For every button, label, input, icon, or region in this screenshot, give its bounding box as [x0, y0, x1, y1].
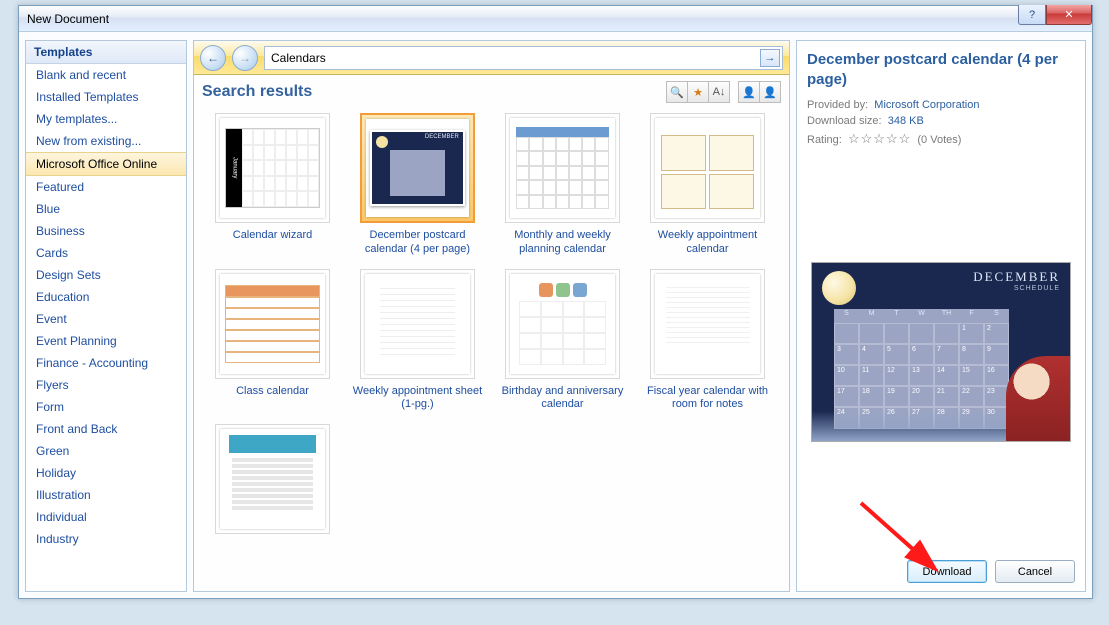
nav-back-button[interactable]: ← [200, 45, 226, 71]
sidebar-item-finance[interactable]: Finance - Accounting [26, 352, 186, 374]
sidebar-item-holiday[interactable]: Holiday [26, 462, 186, 484]
sidebar-item-frontback[interactable]: Front and Back [26, 418, 186, 440]
template-newsletter[interactable] [200, 424, 345, 540]
template-label: Weekly appointment calendar [640, 229, 775, 257]
details-title: December postcard calendar (4 per page) [807, 50, 1075, 89]
details-rating: Rating: ☆☆☆☆☆ (0 Votes) [807, 131, 1075, 147]
new-document-dialog: New Document ? ✕ Templates Blank and rec… [18, 5, 1093, 599]
view-user2-icon[interactable]: 👤 [759, 81, 781, 103]
breadcrumb[interactable]: Calendars → [264, 46, 783, 70]
sidebar-item-form[interactable]: Form [26, 396, 186, 418]
view-user-icon[interactable]: 👤 [738, 81, 760, 103]
template-label: Class calendar [236, 385, 309, 399]
sidebar-header: Templates [26, 41, 186, 64]
template-monthly-weekly[interactable]: Monthly and weekly planning calendar [490, 113, 635, 257]
details-provided-by: Provided by: Microsoft Corporation [807, 99, 1075, 111]
template-label: Weekly appointment sheet (1-pg.) [350, 385, 485, 413]
sidebar-item-cards[interactable]: Cards [26, 242, 186, 264]
template-label: December postcard calendar (4 per page) [350, 229, 485, 257]
sidebar-item-illustration[interactable]: Illustration [26, 484, 186, 506]
details-size: Download size: 348 KB [807, 115, 1075, 127]
view-favorite-icon[interactable]: ★ [687, 81, 709, 103]
sidebar-item-blue[interactable]: Blue [26, 198, 186, 220]
template-label: Monthly and weekly planning calendar [495, 229, 630, 257]
template-preview: DECEMBER SCHEDULE SMTWTHFS12345678910111… [811, 262, 1071, 442]
view-search-icon[interactable]: 🔍 [666, 81, 688, 103]
help-button[interactable]: ? [1018, 5, 1046, 25]
sidebar-item-installed[interactable]: Installed Templates [26, 86, 186, 108]
sidebar-item-business[interactable]: Business [26, 220, 186, 242]
sidebar-item-industry[interactable]: Industry [26, 528, 186, 550]
cancel-button[interactable]: Cancel [995, 560, 1075, 583]
sidebar-item-designsets[interactable]: Design Sets [26, 264, 186, 286]
provider-link[interactable]: Microsoft Corporation [874, 99, 979, 111]
sidebar-item-featured[interactable]: Featured [26, 176, 186, 198]
sidebar-item-mytemplates[interactable]: My templates... [26, 108, 186, 130]
template-class-calendar[interactable]: Class calendar [200, 269, 345, 413]
template-calendar-wizard[interactable]: January Calendar wizard [200, 113, 345, 257]
sidebar-item-office-online[interactable]: Microsoft Office Online [26, 152, 186, 176]
template-label: Birthday and anniversary calendar [495, 385, 630, 413]
sidebar-item-newfromexisting[interactable]: New from existing... [26, 130, 186, 152]
template-birthday[interactable]: Birthday and anniversary calendar [490, 269, 635, 413]
sidebar-item-individual[interactable]: Individual [26, 506, 186, 528]
results-navbar: ← → Calendars → [194, 41, 789, 75]
details-pane: December postcard calendar (4 per page) … [796, 40, 1086, 592]
sidebar-item-flyers[interactable]: Flyers [26, 374, 186, 396]
template-label: Fiscal year calendar with room for notes [640, 385, 775, 413]
template-fiscal[interactable]: Fiscal year calendar with room for notes [635, 269, 780, 413]
sidebar-item-green[interactable]: Green [26, 440, 186, 462]
sidebar-item-education[interactable]: Education [26, 286, 186, 308]
results-pane: ← → Calendars → Search results 🔍 ★ A↓ 👤 … [193, 40, 790, 592]
results-grid: January Calendar wizard DECEMBER Decembe… [194, 107, 789, 591]
close-button[interactable]: ✕ [1046, 5, 1092, 25]
templates-sidebar: Templates Blank and recent Installed Tem… [25, 40, 187, 592]
sidebar-item-event[interactable]: Event [26, 308, 186, 330]
breadcrumb-text: Calendars [271, 51, 326, 65]
template-weekly-sheet[interactable]: Weekly appointment sheet (1-pg.) [345, 269, 490, 413]
window-title: New Document [27, 12, 109, 26]
titlebar: New Document ? ✕ [19, 6, 1092, 32]
results-title: Search results [202, 83, 312, 101]
view-sort-icon[interactable]: A↓ [708, 81, 730, 103]
nav-forward-button[interactable]: → [232, 45, 258, 71]
template-weekly-appt[interactable]: Weekly appointment calendar [635, 113, 780, 257]
breadcrumb-go-button[interactable]: → [760, 49, 780, 67]
santa-icon [1006, 356, 1070, 441]
sidebar-item-eventplanning[interactable]: Event Planning [26, 330, 186, 352]
sidebar-item-blank[interactable]: Blank and recent [26, 64, 186, 86]
download-button[interactable]: Download [907, 560, 987, 583]
star-icon: ☆☆☆☆☆ [848, 131, 911, 146]
moon-icon [822, 271, 856, 305]
template-december-postcard[interactable]: DECEMBER December postcard calendar (4 p… [345, 113, 490, 257]
template-label: Calendar wizard [233, 229, 312, 243]
